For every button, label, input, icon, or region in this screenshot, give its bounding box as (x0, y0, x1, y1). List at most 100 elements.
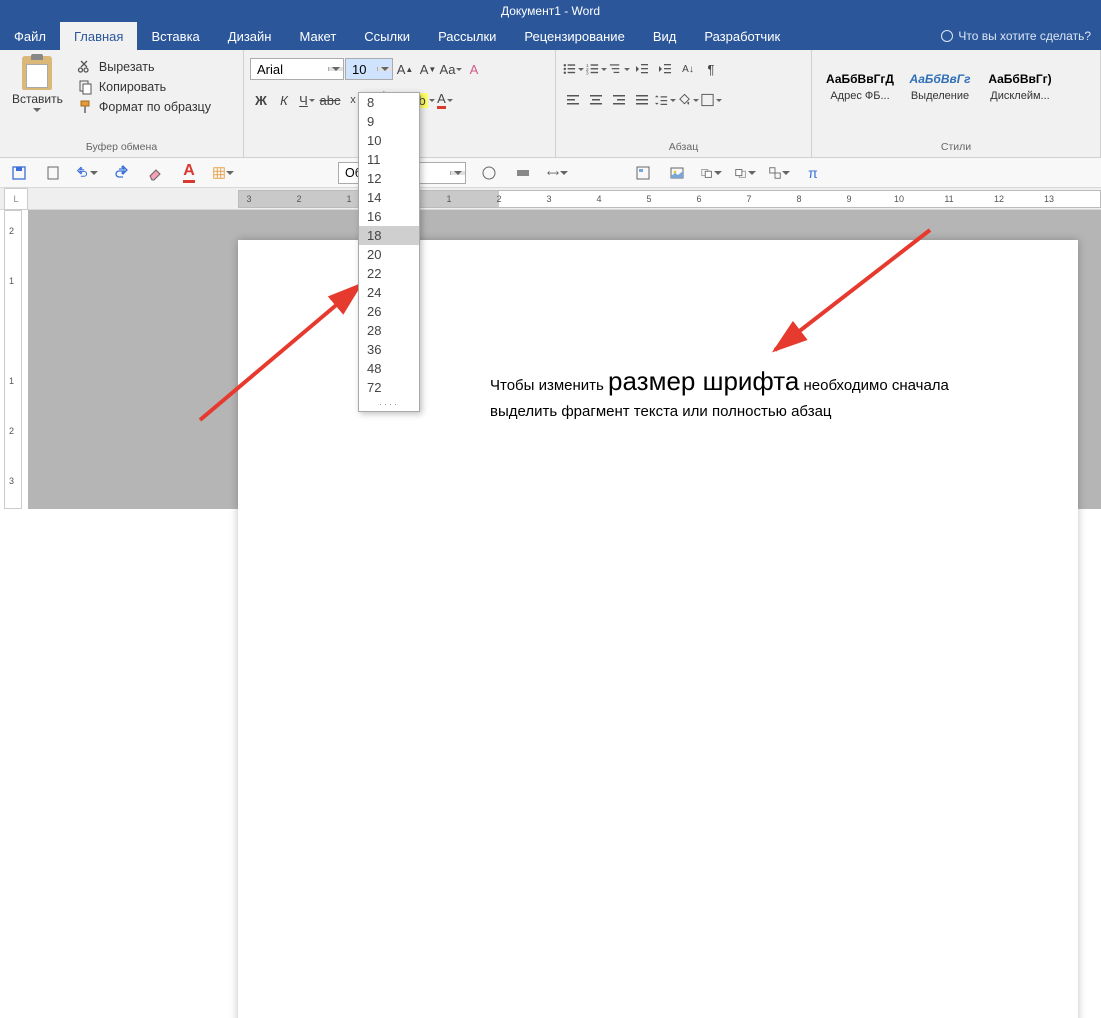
shrink-font-button[interactable]: A▼ (417, 58, 439, 80)
document-area (28, 210, 1101, 509)
tab-file[interactable]: Файл (0, 22, 60, 50)
backward-icon[interactable] (734, 163, 756, 183)
layout-icon[interactable] (632, 163, 654, 183)
picture-icon[interactable] (666, 163, 688, 183)
style-item[interactable]: АаБбВвГг) Дисклейм... (980, 56, 1060, 118)
size-option[interactable]: 14 (359, 188, 419, 207)
doc-title: Документ1 - Word (501, 4, 600, 18)
multilevel-button[interactable] (608, 58, 630, 80)
size-option[interactable]: 10 (359, 131, 419, 150)
font-size-dropdown: 8 9 10 11 12 14 16 18 20 22 24 26 28 36 … (358, 92, 420, 412)
size-option[interactable]: 36 (359, 340, 419, 359)
numbering-button[interactable]: 123 (585, 58, 607, 80)
grow-font-button[interactable]: A▲ (394, 58, 416, 80)
eraser-icon[interactable] (144, 163, 166, 183)
borders-button[interactable] (700, 89, 722, 111)
size-option[interactable]: 12 (359, 169, 419, 188)
title-bar: Документ1 - Word (0, 0, 1101, 22)
circle-icon[interactable] (478, 163, 500, 183)
shading-button[interactable] (677, 89, 699, 111)
clipboard-icon (22, 56, 52, 90)
annotation-arrow-left (190, 270, 380, 430)
size-option[interactable]: 18 (359, 226, 419, 245)
color-swatch-icon[interactable] (512, 163, 534, 183)
size-option[interactable]: 24 (359, 283, 419, 302)
cut-button[interactable]: Вырезать (73, 58, 215, 76)
tab-insert[interactable]: Вставка (137, 22, 213, 50)
align-center-button[interactable] (585, 89, 607, 111)
annotation-arrow-right (760, 220, 940, 370)
bold-button[interactable]: Ж (250, 89, 272, 111)
tab-developer[interactable]: Разработчик (690, 22, 794, 50)
quick-access-bar: A Обычный π (0, 158, 1101, 188)
styles-gallery[interactable]: АаБбВвГгД Адрес ФБ... АаБбВвГг Выделение… (818, 54, 1062, 120)
change-case-button[interactable]: Aa (440, 58, 462, 80)
svg-text:3: 3 (586, 71, 589, 76)
size-option[interactable]: 22 (359, 264, 419, 283)
redo-icon[interactable] (110, 163, 132, 183)
group-label-styles: Стили (818, 139, 1094, 155)
group-label-clipboard: Буфер обмена (6, 139, 237, 155)
chevron-down-icon (33, 108, 41, 112)
underline-button[interactable]: Ч (296, 89, 318, 111)
sort-button[interactable]: A↓ (677, 58, 699, 80)
bullets-button[interactable] (562, 58, 584, 80)
tab-view[interactable]: Вид (639, 22, 691, 50)
save-icon[interactable] (8, 163, 30, 183)
undo-icon[interactable] (76, 163, 98, 183)
group-icon[interactable] (768, 163, 790, 183)
size-option[interactable]: 72 (359, 378, 419, 397)
table-icon[interactable] (212, 163, 234, 183)
tab-home[interactable]: Главная (60, 22, 137, 50)
decrease-indent-button[interactable] (631, 58, 653, 80)
size-option[interactable]: 26 (359, 302, 419, 321)
tab-layout[interactable]: Макет (285, 22, 350, 50)
increase-indent-button[interactable] (654, 58, 676, 80)
page-setup-icon[interactable] (42, 163, 64, 183)
size-option[interactable]: 11 (359, 150, 419, 169)
lightbulb-icon (941, 30, 953, 42)
tab-mailings[interactable]: Рассылки (424, 22, 510, 50)
font-size-combo[interactable]: 10 (345, 58, 393, 80)
tell-me-search[interactable]: Что вы хотите сделать? (931, 22, 1101, 50)
text-color-icon[interactable]: A (178, 163, 200, 183)
size-option[interactable]: 16 (359, 207, 419, 226)
size-option[interactable]: 28 (359, 321, 419, 340)
scissors-icon (77, 59, 93, 75)
format-painter-button[interactable]: Формат по образцу (73, 98, 215, 116)
size-option[interactable]: 9 (359, 112, 419, 131)
show-marks-button[interactable]: ¶ (700, 58, 722, 80)
line-spacing-button[interactable] (654, 89, 676, 111)
copy-icon (77, 79, 93, 95)
group-label-paragraph: Абзац (562, 139, 805, 155)
forward-icon[interactable] (700, 163, 722, 183)
ribbon-tabs: Файл Главная Вставка Дизайн Макет Ссылки… (0, 22, 1101, 50)
ribbon: Вставить Вырезать Копировать (0, 50, 1101, 158)
font-color-button[interactable]: A (434, 89, 456, 111)
copy-button[interactable]: Копировать (73, 78, 215, 96)
tab-selector[interactable]: L (4, 188, 28, 210)
italic-button[interactable]: К (273, 89, 295, 111)
stretch-icon[interactable] (546, 163, 568, 183)
size-option[interactable]: 48 (359, 359, 419, 378)
annotation-text: Чтобы изменить размер шрифта необходимо … (490, 362, 1050, 424)
brush-icon (77, 99, 93, 115)
tab-review[interactable]: Рецензирование (510, 22, 638, 50)
strikethrough-button[interactable]: abc (319, 89, 341, 111)
font-name-combo[interactable]: Arial (250, 58, 344, 80)
clear-formatting-button[interactable]: A (463, 58, 485, 80)
size-option[interactable]: 20 (359, 245, 419, 264)
style-item[interactable]: АаБбВвГгД Адрес ФБ... (820, 56, 900, 118)
vertical-ruler[interactable]: 2 1 1 2 3 (4, 210, 22, 509)
dropdown-resize-handle[interactable]: ···· (359, 397, 419, 411)
ruler: L 3 2 1 1 2 3 4 5 6 7 8 9 10 11 12 13 (0, 188, 1101, 210)
paste-button[interactable]: Вставить (6, 54, 69, 114)
tab-design[interactable]: Дизайн (214, 22, 286, 50)
justify-button[interactable] (631, 89, 653, 111)
style-item[interactable]: АаБбВвГг Выделение (900, 56, 980, 118)
equation-icon[interactable]: π (802, 163, 824, 183)
align-right-button[interactable] (608, 89, 630, 111)
size-option[interactable]: 8 (359, 93, 419, 112)
align-left-button[interactable] (562, 89, 584, 111)
tab-references[interactable]: Ссылки (350, 22, 424, 50)
